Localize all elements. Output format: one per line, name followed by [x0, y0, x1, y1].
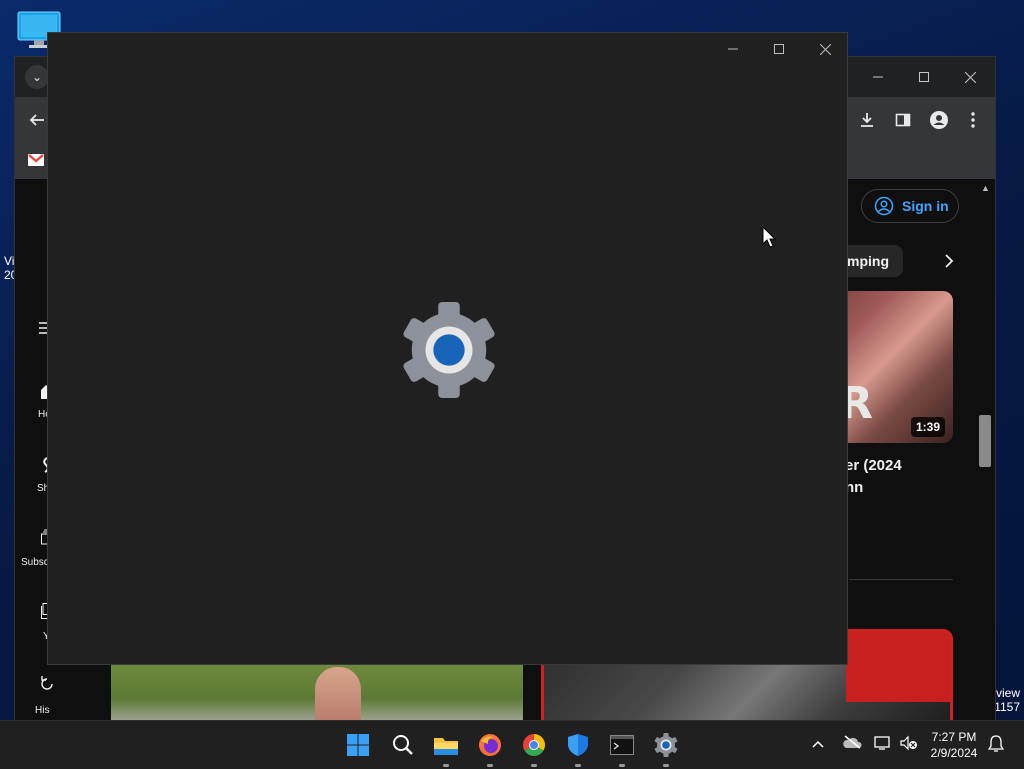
minimize-icon — [728, 48, 738, 50]
sign-in-button[interactable]: Sign in — [861, 189, 959, 223]
account-icon — [874, 196, 894, 216]
settings-icon — [654, 733, 678, 757]
scroll-up-arrow-icon[interactable]: ▲ — [981, 183, 990, 193]
video-title[interactable]: er (2024 nn — [845, 455, 965, 499]
browser-close-button[interactable] — [947, 57, 993, 97]
mouse-cursor-icon — [762, 225, 778, 250]
volume-muted-tray-icon[interactable] — [900, 735, 918, 756]
thumbnail-person — [315, 667, 361, 725]
profile-button[interactable] — [925, 106, 953, 134]
windows-security-icon — [568, 734, 588, 756]
clock-date: 2/9/2024 — [930, 746, 978, 760]
more-vertical-icon — [971, 112, 975, 128]
history-icon[interactable] — [41, 675, 53, 696]
firefox-icon — [479, 734, 501, 756]
running-indicator — [531, 764, 537, 767]
taskbar-chrome[interactable] — [518, 729, 550, 767]
settings-maximize-button[interactable] — [756, 33, 802, 65]
running-indicator — [575, 764, 581, 767]
sidebar-item-history[interactable]: His — [35, 705, 49, 716]
taskbar-terminal[interactable] — [606, 729, 638, 767]
downloads-button[interactable] — [853, 106, 881, 134]
download-icon — [861, 113, 873, 127]
side-panel-button[interactable] — [889, 106, 917, 134]
close-icon — [964, 71, 976, 83]
taskbar-search-button[interactable] — [387, 729, 419, 761]
settings-minimize-button[interactable] — [710, 33, 756, 65]
taskbar: 7:27 PM 2/9/2024 — [0, 720, 1024, 769]
browser-minimize-button[interactable] — [855, 57, 901, 97]
section-divider — [849, 579, 953, 580]
gmail-bookmark[interactable] — [28, 153, 44, 167]
running-indicator — [619, 764, 625, 767]
notifications-bell-icon[interactable] — [987, 735, 1005, 758]
running-indicator — [443, 764, 449, 767]
file-explorer-icon — [434, 738, 458, 755]
terminal-icon — [610, 735, 634, 755]
clock-time: 7:27 PM — [931, 730, 977, 744]
taskbar-clock[interactable]: 7:27 PM 2/9/2024 — [926, 729, 982, 761]
chevron-right-icon — [945, 254, 954, 268]
tab-search-button[interactable]: ⌄ — [25, 65, 49, 89]
chevron-up-icon — [812, 740, 824, 748]
chrome-icon — [523, 734, 545, 756]
onedrive-tray-icon[interactable] — [842, 735, 862, 754]
start-button[interactable] — [342, 729, 374, 761]
taskbar-file-explorer[interactable] — [430, 729, 462, 767]
settings-window[interactable] — [47, 32, 848, 665]
running-indicator — [663, 764, 669, 767]
maximize-icon — [919, 72, 929, 82]
taskbar-firefox[interactable] — [474, 729, 506, 767]
taskbar-settings[interactable] — [650, 729, 682, 767]
sign-in-label: Sign in — [902, 198, 949, 214]
close-icon — [819, 43, 831, 55]
search-icon — [393, 735, 413, 755]
side-panel-icon — [895, 113, 911, 127]
scrollbar-thumb[interactable] — [979, 415, 991, 467]
maximize-icon — [774, 44, 784, 54]
settings-close-button[interactable] — [802, 33, 848, 65]
running-indicator — [487, 764, 493, 767]
video-thumbnail-2[interactable] — [111, 665, 523, 725]
network-tray-icon[interactable] — [874, 735, 892, 756]
taskbar-windows-security[interactable] — [562, 729, 594, 767]
minimize-icon — [873, 76, 883, 78]
video-duration-badge: 1:39 — [910, 417, 945, 437]
gmail-icon — [28, 154, 44, 166]
profile-icon — [930, 111, 948, 129]
sidebar-item-subscriptions[interactable]: Subsc — [21, 557, 49, 568]
show-hidden-icons-button[interactable] — [812, 735, 824, 751]
arrow-left-icon — [29, 114, 44, 126]
windows-start-icon — [347, 734, 369, 756]
chevron-down-icon: ⌄ — [31, 70, 43, 84]
browser-maximize-button[interactable] — [901, 57, 947, 97]
settings-gear-icon — [400, 301, 498, 399]
thumbnail-red-panel — [846, 632, 950, 702]
chips-next-button[interactable] — [937, 249, 961, 273]
browser-menu-button[interactable] — [959, 106, 987, 134]
